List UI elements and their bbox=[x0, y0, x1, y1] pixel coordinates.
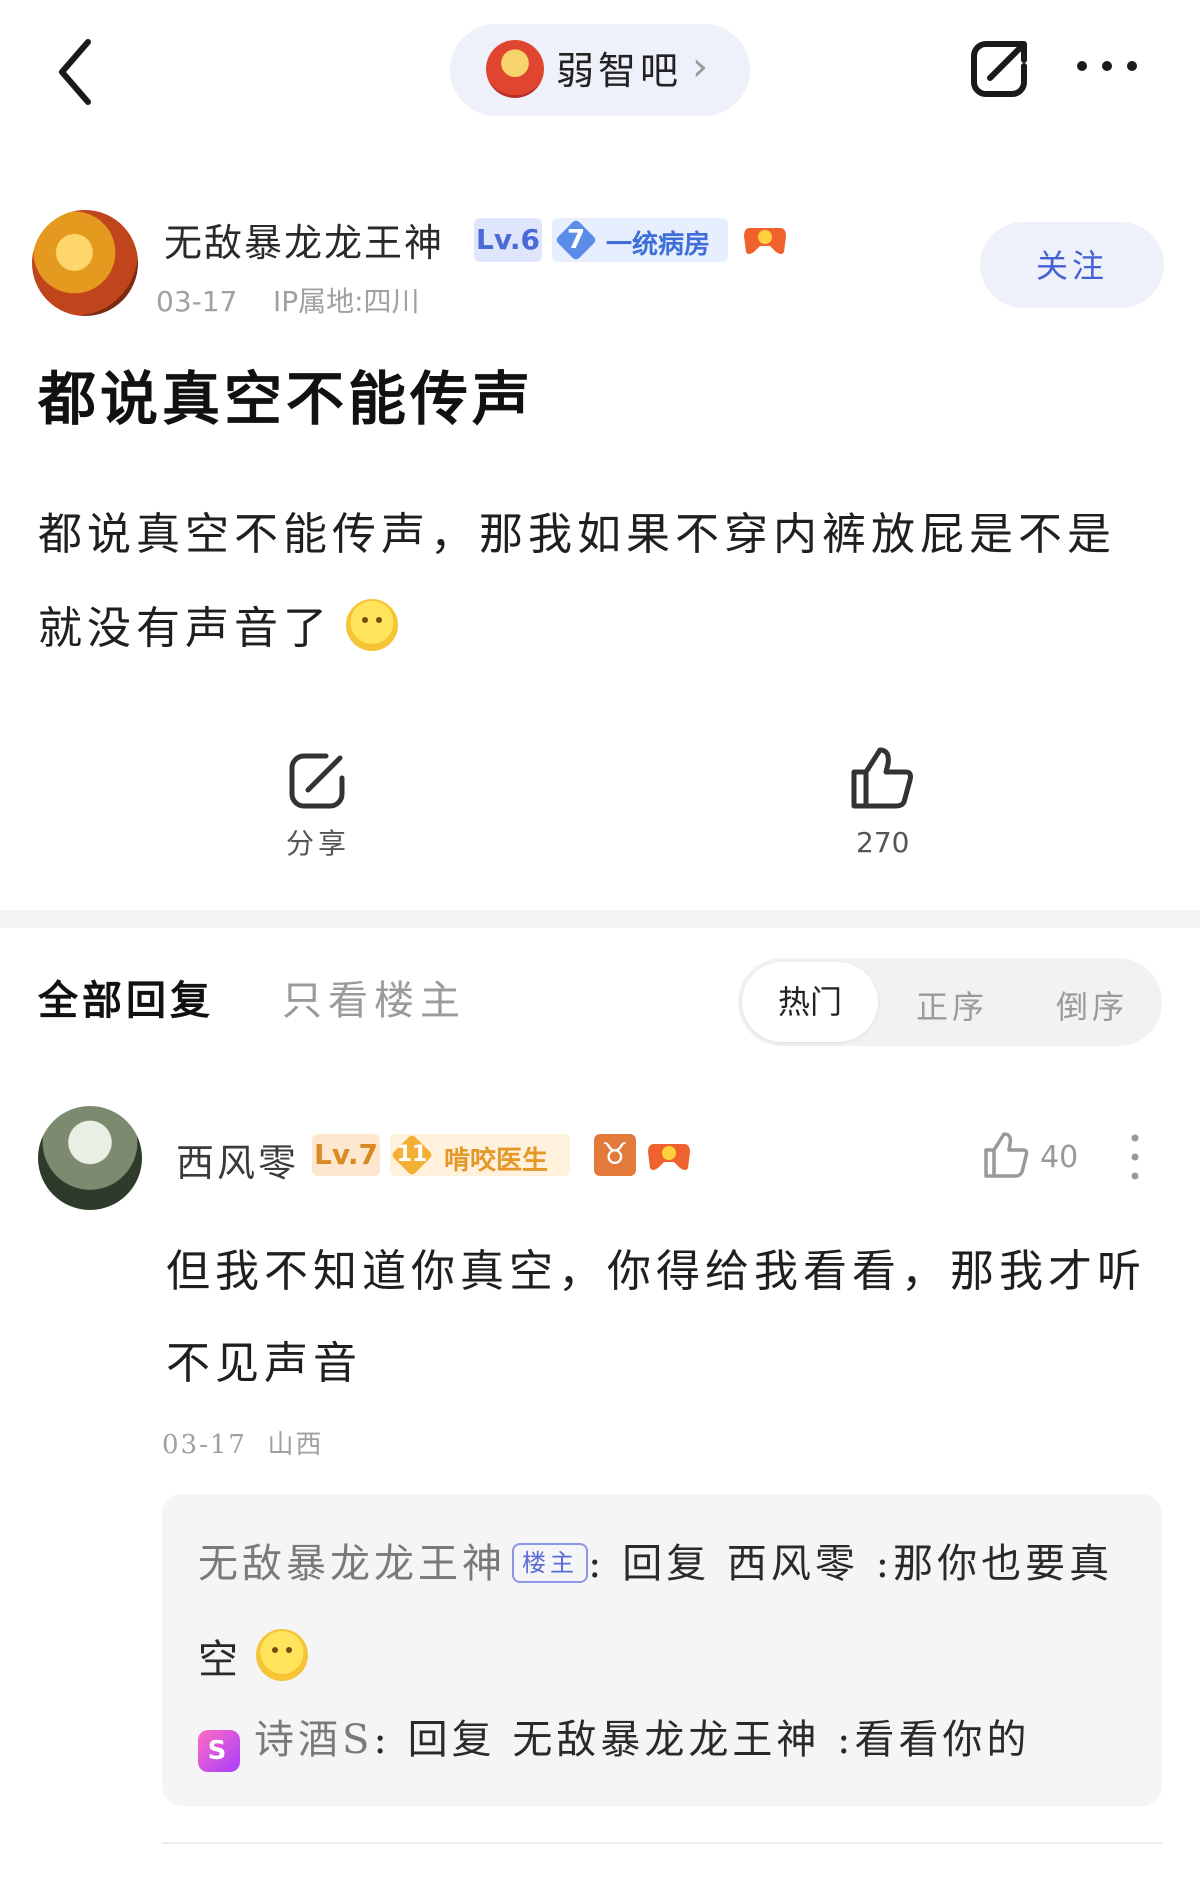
sub-reply[interactable]: S 诗酒S: 回复 无敌暴龙龙王神 :看看你的 bbox=[198, 1708, 1138, 1772]
honor-badge: 7 一统病房 bbox=[552, 218, 728, 262]
reply-honor-text: 啃咬医生 bbox=[444, 1146, 549, 1176]
sub-reply-text: 回复 无敌暴龙龙王神 :看看你的 bbox=[407, 1717, 1031, 1763]
gamepad-icon bbox=[744, 228, 786, 254]
sub-reply-sep: : bbox=[588, 1541, 606, 1587]
reply-meta: 03-17 山西 bbox=[162, 1424, 324, 1461]
post-ip: IP属地:四川 bbox=[272, 285, 420, 318]
shy-emoji-icon bbox=[256, 1629, 308, 1681]
tab-op-only[interactable]: 只看楼主 bbox=[282, 968, 466, 1026]
section-divider bbox=[0, 910, 1200, 928]
author-name[interactable]: 无敌暴龙龙王神 bbox=[164, 212, 444, 267]
reply-avatar[interactable] bbox=[38, 1106, 142, 1210]
share-action-label[interactable]: 分享 bbox=[286, 822, 350, 862]
like-count: 270 bbox=[856, 826, 910, 859]
bottom-divider bbox=[162, 1842, 1162, 1844]
sub-reply-author[interactable]: 无敌暴龙龙王神 bbox=[198, 1541, 506, 1587]
reply-level-badge: Lv.7 bbox=[312, 1134, 380, 1176]
honor-badge-number: 7 bbox=[566, 225, 586, 255]
sort-hot-button[interactable]: 热门 bbox=[742, 962, 878, 1042]
sub-reply[interactable]: 无敌暴龙龙王神 楼主: 回复 西风零 :那你也要真空 bbox=[198, 1516, 1138, 1708]
op-tag: 楼主 bbox=[512, 1543, 588, 1583]
more-options-icon[interactable] bbox=[1072, 54, 1142, 78]
reply-honor-badge: 11 啃咬医生 bbox=[390, 1133, 570, 1177]
author-avatar[interactable] bbox=[32, 210, 138, 316]
share-icon[interactable] bbox=[968, 36, 1032, 100]
sub-reply-sep: : bbox=[373, 1717, 391, 1763]
thumbs-up-icon[interactable] bbox=[848, 744, 916, 812]
level-badge: Lv.6 bbox=[474, 218, 542, 262]
forum-avatar-icon[interactable] bbox=[486, 40, 544, 98]
sort-asc-button[interactable]: 正序 bbox=[916, 982, 988, 1028]
reply-more-icon[interactable] bbox=[1130, 1132, 1140, 1182]
taurus-icon: ♉ bbox=[594, 1134, 636, 1176]
honor-badge-text: 一统病房 bbox=[606, 230, 711, 260]
sort-desc-button[interactable]: 倒序 bbox=[1056, 982, 1128, 1028]
reply-body: 但我不知道你真空，你得给我看看，那我才听不见声音 bbox=[166, 1246, 1146, 1389]
reply-author-name[interactable]: 西风零 bbox=[176, 1132, 299, 1187]
post-date: 03-17 bbox=[156, 285, 238, 318]
shy-emoji-icon bbox=[346, 599, 398, 651]
vip-s-icon: S bbox=[198, 1730, 240, 1772]
reply-date: 03-17 bbox=[162, 1430, 247, 1460]
tab-all-replies[interactable]: 全部回复 bbox=[38, 968, 214, 1026]
follow-button[interactable]: 关注 bbox=[980, 222, 1164, 308]
reply-honor-number: 11 bbox=[396, 1142, 428, 1167]
post-meta: 03-17 IP属地:四川 bbox=[156, 280, 420, 320]
sub-reply-author[interactable]: 诗酒S bbox=[254, 1717, 373, 1763]
forum-name[interactable]: 弱智吧 bbox=[556, 40, 682, 95]
reply-thumbs-up-icon[interactable] bbox=[982, 1130, 1030, 1180]
reply-like-count: 40 bbox=[1040, 1140, 1079, 1175]
gamepad-icon bbox=[648, 1144, 690, 1170]
back-arrow-icon[interactable] bbox=[48, 36, 108, 108]
share-action-icon[interactable] bbox=[286, 748, 350, 812]
post-title: 都说真空不能传声 bbox=[38, 365, 535, 433]
chevron-right-icon: › bbox=[692, 44, 708, 90]
post-body-text: 都说真空不能传声，那我如果不穿内裤放屁是不是就没有声音了 bbox=[38, 509, 1116, 654]
reply-location: 山西 bbox=[267, 1430, 324, 1460]
post-body: 都说真空不能传声，那我如果不穿内裤放屁是不是就没有声音了 bbox=[38, 488, 1148, 676]
